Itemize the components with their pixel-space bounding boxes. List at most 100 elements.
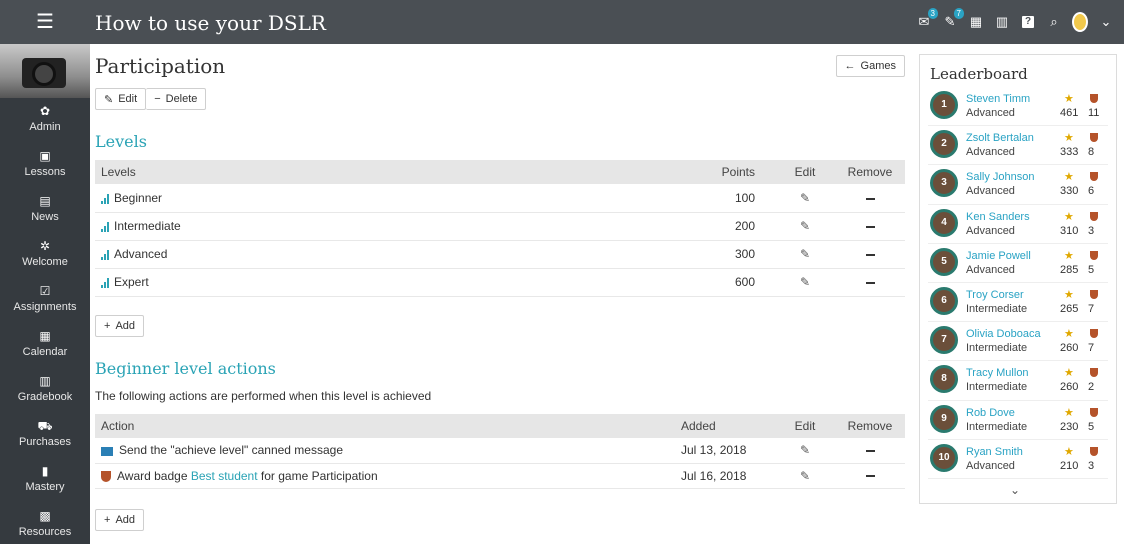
list-item[interactable]: 9 Rob Dove Intermediate ★ 230 5 bbox=[928, 401, 1108, 440]
list-item[interactable]: 7 Olivia Doboaca Intermediate ★ 260 7 bbox=[928, 322, 1108, 362]
table-row[interactable]: Advanced 300 ✎ bbox=[95, 240, 905, 269]
hamburger-icon[interactable]: ☰ bbox=[0, 0, 90, 44]
edit-pencil-icon[interactable]: ✎ bbox=[800, 443, 810, 457]
edit-pencil-icon[interactable]: ✎ bbox=[800, 247, 810, 261]
games-button[interactable]: ← Games bbox=[835, 55, 905, 77]
minus-icon: − bbox=[154, 93, 161, 105]
badge-icon bbox=[1090, 446, 1098, 456]
edit-pencil-icon[interactable]: ✎ bbox=[800, 191, 810, 205]
notifications-icon[interactable]: ✎ 7 bbox=[942, 8, 964, 30]
delete-button[interactable]: − Delete bbox=[146, 88, 207, 110]
user-points: 333 bbox=[1060, 146, 1079, 159]
chevron-down-icon[interactable]: ⌄ bbox=[1098, 14, 1114, 30]
avatar: 3 bbox=[930, 169, 958, 198]
sidebar-item-assignments[interactable]: ☑ Assignments bbox=[0, 278, 90, 323]
user-badges: 6 bbox=[1088, 185, 1095, 198]
list-item[interactable]: 10 Ryan Smith Advanced ★ 210 3 bbox=[928, 440, 1108, 479]
user-badges: 7 bbox=[1088, 302, 1095, 315]
plus-icon: + bbox=[104, 320, 111, 332]
table-header: Action Added Edit Remove bbox=[95, 414, 905, 438]
messages-icon[interactable]: ✉ 3 bbox=[916, 8, 938, 30]
list-item[interactable]: 5 Jamie Powell Advanced ★ 285 5 bbox=[928, 244, 1108, 283]
assignments-icon: ☑ bbox=[39, 284, 51, 298]
avatar: 5 bbox=[930, 247, 958, 276]
sidebar-item-news[interactable]: ▤ News bbox=[0, 188, 90, 233]
sidebar-item-mastery[interactable]: ▮ Mastery bbox=[0, 458, 90, 503]
cart-icon: ⛟ bbox=[37, 419, 53, 433]
level-name: Advanced bbox=[114, 247, 168, 261]
actions-table: Action Added Edit Remove Send the "achie… bbox=[95, 414, 905, 489]
user-name[interactable]: Tracy Mullon bbox=[966, 367, 1029, 379]
sidebar-item-purchases[interactable]: ⛟ Purchases bbox=[0, 413, 90, 458]
user-name[interactable]: Olivia Doboaca bbox=[966, 328, 1041, 340]
user-name[interactable]: Rob Dove bbox=[966, 407, 1015, 419]
gradebook-icon: ▥ bbox=[39, 374, 51, 388]
messages-badge: 3 bbox=[927, 8, 938, 19]
sidebar-item-admin[interactable]: ✿ Admin bbox=[0, 98, 90, 143]
course-thumbnail[interactable] bbox=[0, 44, 90, 98]
add-action-button[interactable]: + Add bbox=[95, 509, 145, 531]
level-icon bbox=[101, 221, 109, 232]
list-item[interactable]: 4 Ken Sanders Advanced ★ 310 3 bbox=[928, 205, 1108, 244]
column-header: Action bbox=[95, 414, 675, 438]
user-name[interactable]: Ken Sanders bbox=[966, 211, 1030, 223]
list-item[interactable]: 3 Sally Johnson Advanced ★ 330 6 bbox=[928, 165, 1108, 205]
user-name[interactable]: Jamie Powell bbox=[966, 250, 1031, 262]
column-header: Edit bbox=[775, 160, 835, 184]
sidebar-item-gradebook[interactable]: ▥ Gradebook bbox=[0, 368, 90, 413]
user-name[interactable]: Ryan Smith bbox=[966, 446, 1023, 458]
user-name[interactable]: Troy Corser bbox=[966, 289, 1024, 301]
trash-icon[interactable]: ▥ bbox=[994, 14, 1010, 30]
list-item[interactable]: 6 Troy Corser Intermediate ★ 265 7 bbox=[928, 283, 1108, 323]
user-name[interactable]: Sally Johnson bbox=[966, 171, 1035, 183]
leaderboard-panel: Leaderboard 1 Steven Timm Advanced ★ 461 11 2… bbox=[919, 54, 1117, 504]
action-added: Jul 13, 2018 bbox=[675, 438, 775, 464]
column-header: Edit bbox=[775, 414, 835, 438]
sidebar-item-label: Mastery bbox=[25, 481, 65, 493]
sidebar-item-lessons[interactable]: ▣ Lessons bbox=[0, 143, 90, 188]
table-row[interactable]: Send the "achieve level" canned message … bbox=[95, 438, 905, 464]
sidebar-item-welcome[interactable]: ✲ Welcome bbox=[0, 233, 90, 278]
user-badges: 2 bbox=[1088, 381, 1095, 394]
help-icon[interactable]: ? bbox=[1020, 14, 1036, 30]
edit-pencil-icon[interactable]: ✎ bbox=[800, 469, 810, 483]
star-icon: ★ bbox=[1064, 288, 1074, 301]
level-name: Expert bbox=[114, 275, 149, 289]
avatar: 9 bbox=[930, 404, 958, 433]
list-item[interactable]: 1 Steven Timm Advanced ★ 461 11 bbox=[928, 87, 1108, 127]
column-header: Remove bbox=[835, 414, 905, 438]
remove-icon[interactable] bbox=[865, 225, 875, 228]
level-icon bbox=[101, 249, 109, 260]
remove-icon[interactable] bbox=[865, 475, 875, 478]
edit-pencil-icon[interactable]: ✎ bbox=[800, 275, 810, 289]
table-row[interactable]: Award badge Best student for game Partic… bbox=[95, 463, 905, 489]
badge-link[interactable]: Best student bbox=[191, 469, 258, 483]
table-row[interactable]: Beginner 100 ✎ bbox=[95, 184, 905, 213]
avatar: 7 bbox=[930, 326, 958, 355]
remove-icon[interactable] bbox=[865, 253, 875, 256]
calendar-icon[interactable]: ▦ bbox=[968, 14, 984, 30]
user-badges: 11 bbox=[1088, 107, 1100, 119]
chevron-down-icon[interactable]: ⌄ bbox=[1010, 483, 1020, 497]
sidebar-item-resources[interactable]: ▩ Resources bbox=[0, 503, 90, 544]
remove-icon[interactable] bbox=[865, 450, 875, 453]
remove-icon[interactable] bbox=[865, 197, 875, 200]
avatar: 2 bbox=[930, 130, 958, 159]
table-row[interactable]: Expert 600 ✎ bbox=[95, 268, 905, 297]
user-name[interactable]: Zsolt Bertalan bbox=[966, 132, 1034, 144]
avatar: 8 bbox=[930, 365, 958, 394]
edit-button[interactable]: ✎ Edit bbox=[95, 88, 147, 110]
list-item[interactable]: 2 Zsolt Bertalan Advanced ★ 333 8 bbox=[928, 126, 1108, 166]
remove-icon[interactable] bbox=[865, 281, 875, 284]
user-points: 260 bbox=[1060, 381, 1079, 394]
user-name[interactable]: Steven Timm bbox=[966, 93, 1030, 105]
user-avatar-icon[interactable] bbox=[1072, 12, 1088, 32]
table-row[interactable]: Intermediate 200 ✎ bbox=[95, 212, 905, 241]
list-item[interactable]: 8 Tracy Mullon Intermediate ★ 260 2 bbox=[928, 361, 1108, 401]
sidebar-item-label: Admin bbox=[29, 121, 61, 133]
search-icon[interactable]: ⌕ bbox=[1046, 14, 1062, 30]
badge-icon bbox=[1090, 94, 1098, 103]
add-level-button[interactable]: + Add bbox=[95, 315, 145, 337]
sidebar-item-calendar[interactable]: ▦ Calendar bbox=[0, 323, 90, 368]
edit-pencil-icon[interactable]: ✎ bbox=[800, 219, 810, 233]
